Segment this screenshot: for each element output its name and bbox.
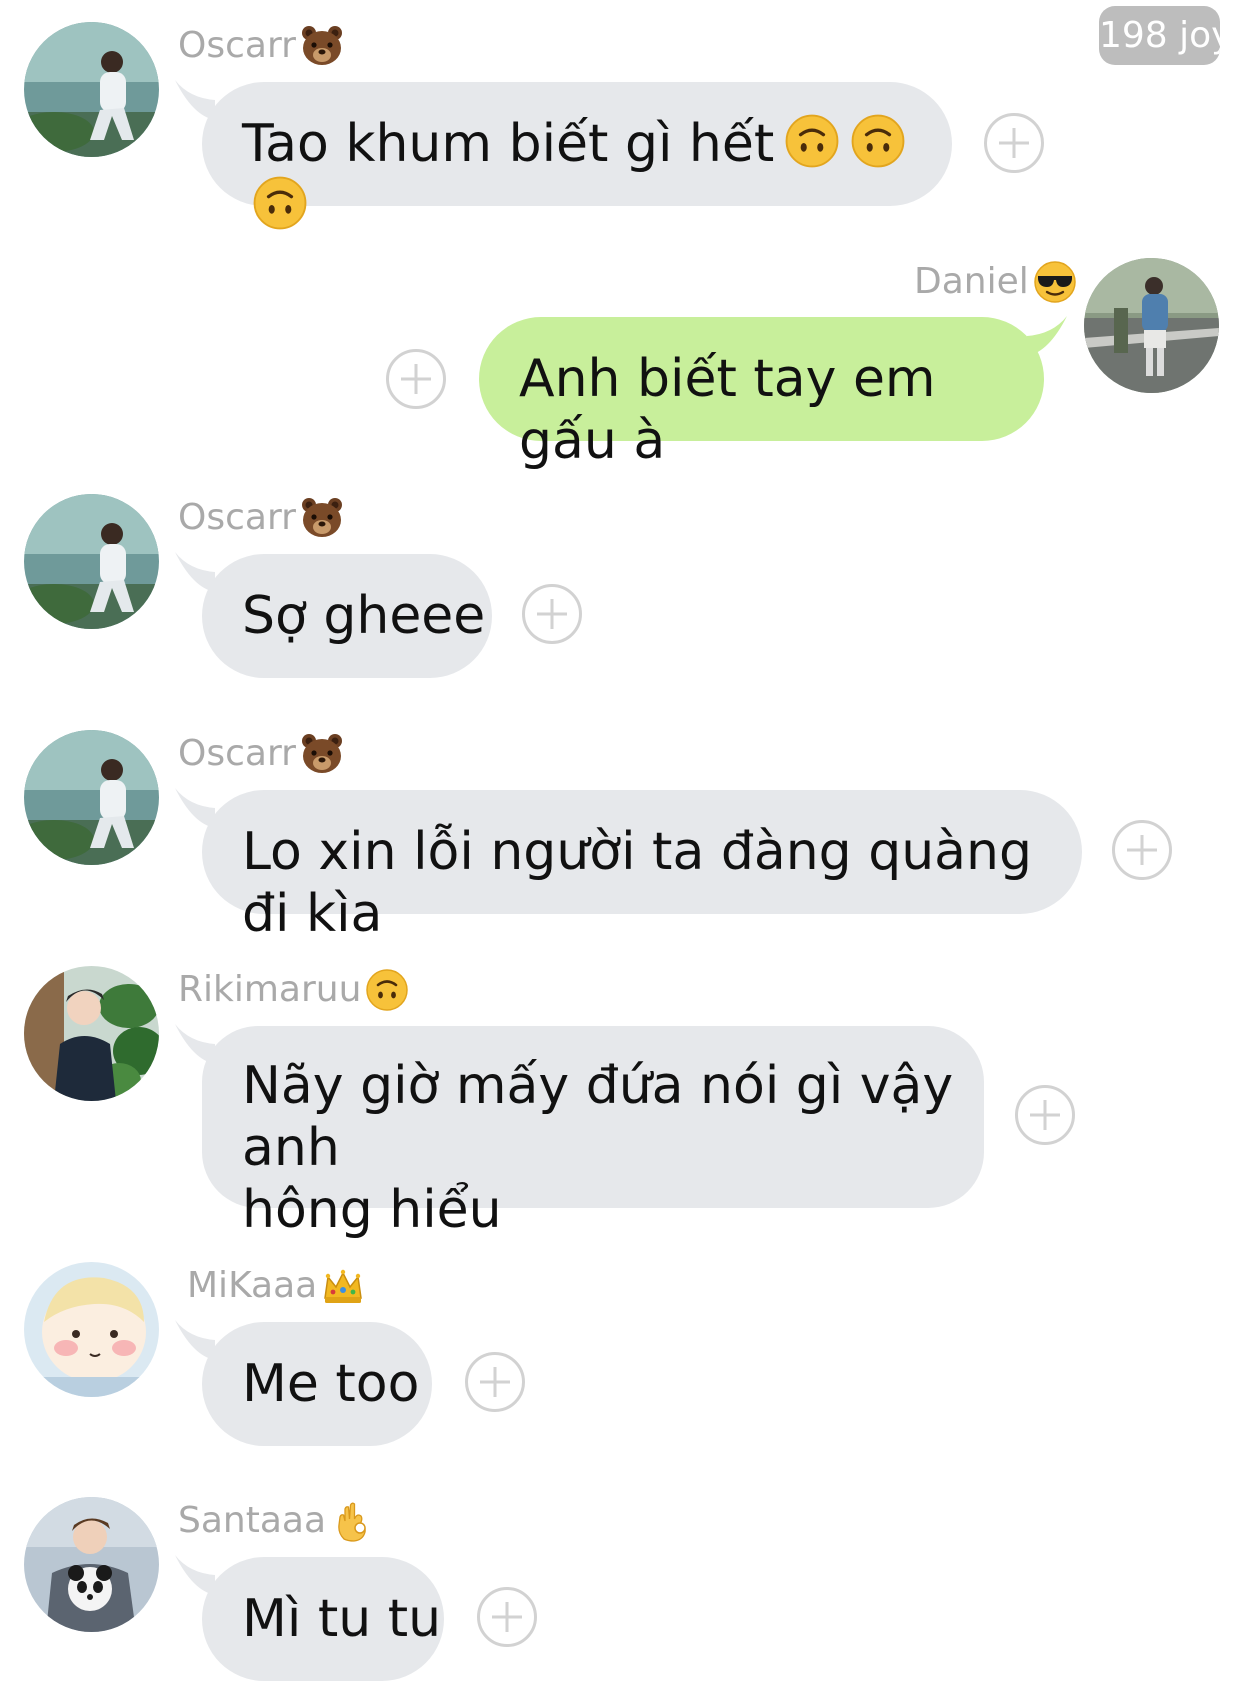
bear-face-icon bbox=[300, 24, 344, 68]
avatar-image bbox=[24, 966, 159, 1101]
sender-name-label: Santaaa bbox=[178, 1500, 327, 1541]
sender-name-oscarr: Oscarr bbox=[178, 730, 344, 778]
message-text: Tao khum biết gì hết bbox=[242, 114, 775, 174]
ok-hand-icon bbox=[330, 1499, 374, 1543]
message-text: Sợ gheee bbox=[242, 586, 486, 646]
avatar-oscarr[interactable] bbox=[24, 494, 159, 629]
bubble-tail bbox=[1027, 316, 1067, 356]
avatar-image bbox=[24, 494, 159, 629]
message-bubble-body: Nãy giờ mấy đứa nói gì vậy anh hông hiểu bbox=[202, 1026, 984, 1240]
avatar-image bbox=[24, 1497, 159, 1632]
avatar-santaaa[interactable] bbox=[24, 1497, 159, 1632]
sender-name-rikimaruu: Rikimaruu bbox=[178, 966, 409, 1014]
message-bubble-body: Lo xin lỗi người ta đàng quàng đi kìa bbox=[202, 790, 1082, 944]
reaction-count-badge[interactable]: 198 joy bbox=[1099, 6, 1220, 65]
message-bubble-body: Me too bbox=[202, 1322, 432, 1446]
message-text: Me too bbox=[242, 1354, 420, 1414]
avatar-mikaaa[interactable] bbox=[24, 1262, 159, 1397]
message-bubble-body: Tao khum biết gì hết bbox=[202, 82, 952, 206]
avatar-oscarr[interactable] bbox=[24, 730, 159, 865]
upside-down-face-icon bbox=[784, 113, 840, 169]
avatar-image bbox=[24, 730, 159, 865]
add-reaction-button[interactable] bbox=[984, 113, 1044, 173]
bear-face-icon bbox=[300, 496, 344, 540]
sender-name-label: Rikimaruu bbox=[178, 969, 362, 1010]
sunglasses-face-icon bbox=[1033, 260, 1077, 304]
add-reaction-button[interactable] bbox=[522, 584, 582, 644]
sender-name-label: Daniel bbox=[914, 261, 1029, 302]
upside-down-face-icon bbox=[365, 968, 409, 1012]
avatar-daniel[interactable] bbox=[1084, 258, 1219, 393]
message-bubble-body: Sợ gheee bbox=[202, 554, 492, 678]
message-text: Lo xin lỗi người ta đàng quàng đi kìa bbox=[242, 822, 1033, 944]
sender-name-santaaa: Santaaa bbox=[178, 1497, 374, 1545]
message-bubble-body: Mì tu tu bbox=[202, 1557, 444, 1681]
sender-name-mikaaa: MiKaaa bbox=[187, 1262, 365, 1310]
sender-name-oscarr: Oscarr bbox=[178, 494, 344, 542]
bear-face-icon bbox=[300, 732, 344, 776]
add-reaction-button[interactable] bbox=[465, 1352, 525, 1412]
sender-name-label: MiKaaa bbox=[187, 1265, 318, 1306]
message-bubble-body: Anh biết tay em gấu à bbox=[479, 317, 1044, 471]
avatar-image bbox=[24, 1262, 159, 1397]
avatar-rikimaruu[interactable] bbox=[24, 966, 159, 1101]
avatar-oscarr[interactable] bbox=[24, 22, 159, 157]
sender-name-label: Oscarr bbox=[178, 733, 296, 774]
add-reaction-button[interactable] bbox=[477, 1587, 537, 1647]
sender-name-oscarr: Oscarr bbox=[178, 22, 344, 70]
upside-down-face-icon bbox=[850, 113, 906, 169]
sender-name-label: Oscarr bbox=[178, 25, 296, 66]
message-text: Anh biết tay em gấu à bbox=[519, 349, 936, 471]
sender-name-label: Oscarr bbox=[178, 497, 296, 538]
avatar-image bbox=[24, 22, 159, 157]
avatar-image bbox=[1084, 258, 1219, 393]
add-reaction-button[interactable] bbox=[386, 349, 446, 409]
add-reaction-button[interactable] bbox=[1015, 1085, 1075, 1145]
sender-name-daniel: Daniel bbox=[914, 258, 1077, 306]
crown-icon bbox=[321, 1264, 365, 1308]
message-text: Nãy giờ mấy đứa nói gì vậy anh hông hiểu bbox=[242, 1056, 954, 1240]
add-reaction-button[interactable] bbox=[1112, 820, 1172, 880]
message-text: Mì tu tu bbox=[242, 1589, 442, 1649]
upside-down-face-icon bbox=[252, 175, 308, 231]
